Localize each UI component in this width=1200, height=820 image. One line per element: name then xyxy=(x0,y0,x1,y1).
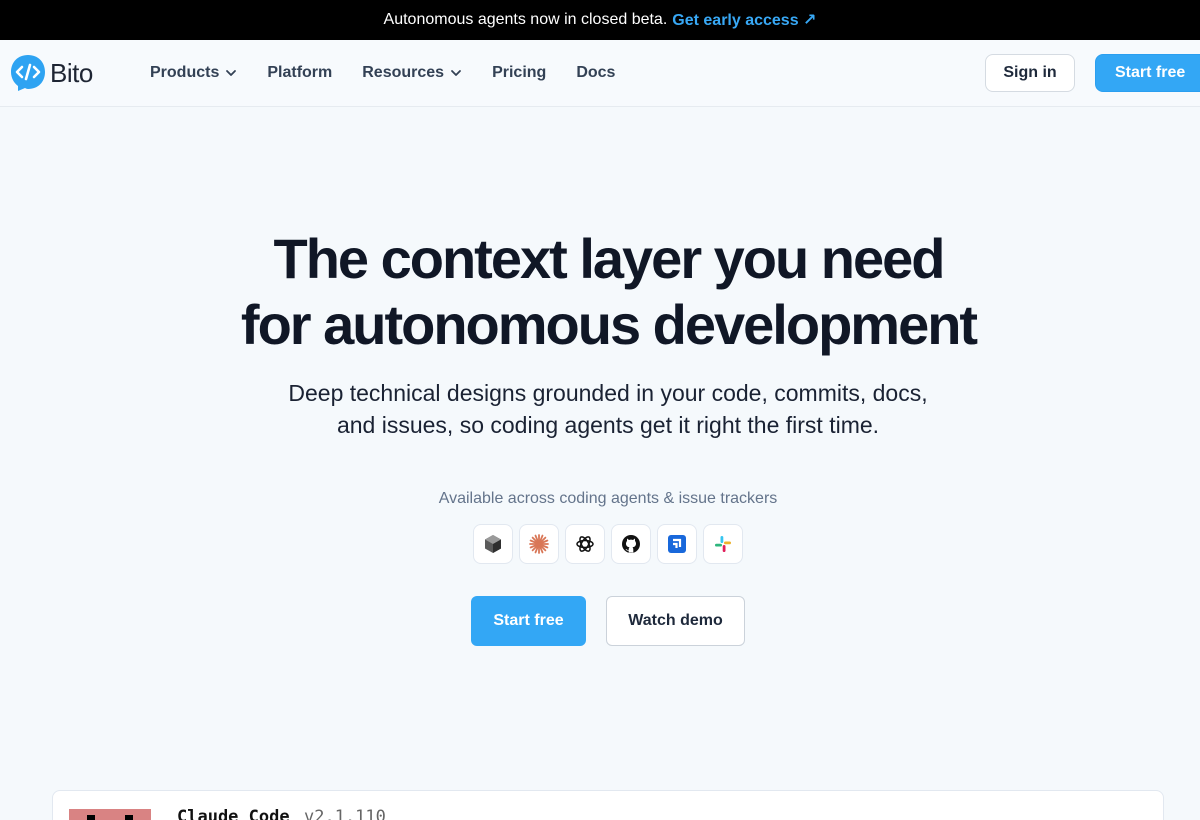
nav-docs-label: Docs xyxy=(576,64,616,81)
jira-icon xyxy=(668,535,686,553)
hero-title-line2: for autonomous development xyxy=(240,293,978,356)
main-menu: Products Platform Resources Pricing Docs xyxy=(150,40,615,106)
nav-platform-label: Platform xyxy=(267,64,333,81)
nav-resources[interactable]: Resources xyxy=(362,64,462,82)
slack-icon xyxy=(715,536,731,552)
integration-claude[interactable] xyxy=(519,524,559,564)
hero-title-line1: The context layer you need xyxy=(273,227,946,290)
integration-jira[interactable] xyxy=(657,524,697,564)
terminal-title: Claude Code xyxy=(177,807,290,820)
cube-icon xyxy=(485,535,501,553)
chevron-down-icon xyxy=(226,70,237,76)
hero-subtitle-line1: Deep technical designs grounded in your … xyxy=(288,380,928,406)
openai-icon xyxy=(576,536,594,552)
logo[interactable]: Bito xyxy=(10,54,93,92)
nav-products-label: Products xyxy=(150,64,220,81)
integration-icons xyxy=(473,524,743,564)
chevron-down-icon xyxy=(451,70,461,76)
hero-subtitle: Deep technical designs grounded in your … xyxy=(0,377,1200,441)
nav-resources-label: Resources xyxy=(362,64,445,81)
early-access-link[interactable]: Get early access ↗ xyxy=(672,10,816,30)
start-free-nav-button[interactable]: Start free xyxy=(1095,54,1200,92)
nav-docs[interactable]: Docs xyxy=(576,64,615,82)
availability-text: Available across coding agents & issue t… xyxy=(438,490,778,507)
start-free-button[interactable]: Start free xyxy=(471,596,586,646)
sign-in-button[interactable]: Sign in xyxy=(985,54,1075,92)
top-nav: Bito Products Platform Resources Pricing… xyxy=(0,40,1200,107)
nav-pricing[interactable]: Pricing xyxy=(492,64,546,82)
bito-logo-icon xyxy=(11,55,45,91)
claude-icon xyxy=(529,534,549,554)
hero-title: The context layer you need for autonomou… xyxy=(0,226,1200,358)
terminal-preview: Claude Code v2.1.110 xyxy=(52,790,1164,820)
announcement-text: Autonomous agents now in closed beta. xyxy=(383,11,668,28)
nav-pricing-label: Pricing xyxy=(492,64,547,81)
integration-github[interactable] xyxy=(611,524,651,564)
nav-platform[interactable]: Platform xyxy=(267,64,332,82)
github-icon xyxy=(622,535,640,553)
claude-code-logo-icon xyxy=(69,809,151,820)
integration-slack[interactable] xyxy=(703,524,743,564)
integration-openai[interactable] xyxy=(565,524,605,564)
integration-cube[interactable] xyxy=(473,524,513,564)
nav-products[interactable]: Products xyxy=(150,64,237,82)
watch-demo-button[interactable]: Watch demo xyxy=(606,596,745,646)
announcement-bar: Autonomous agents now in closed beta. Ge… xyxy=(0,0,1200,40)
logo-text: Bito xyxy=(50,57,93,88)
hero-subtitle-line2: and issues, so coding agents get it righ… xyxy=(336,412,880,438)
terminal-version: v2.1.110 xyxy=(304,807,386,820)
